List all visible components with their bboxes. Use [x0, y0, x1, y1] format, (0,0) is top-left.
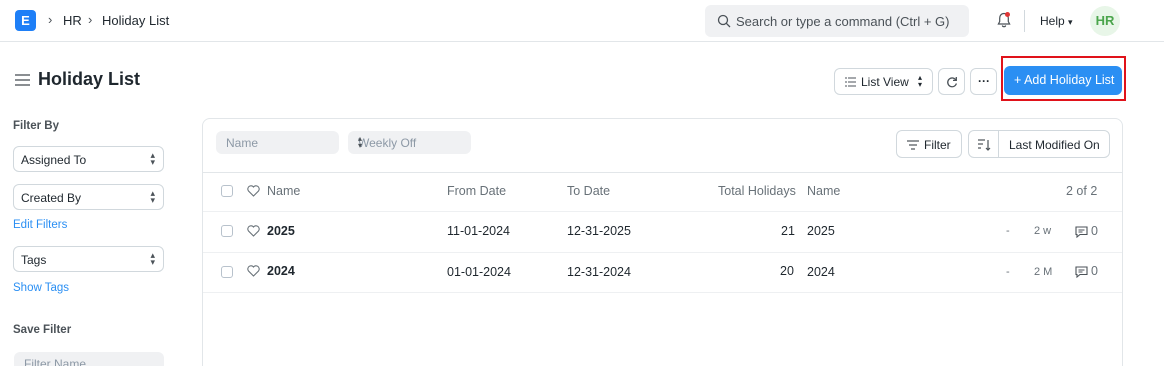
notification-dot	[1005, 12, 1010, 17]
chevron-right-icon: ›	[88, 12, 93, 27]
select-arrows-icon: ▴ ▾	[150, 150, 155, 167]
row-to-date: 12-31-2024	[567, 265, 631, 279]
row-from-date: 01-01-2024	[447, 265, 511, 279]
help-menu[interactable]: Help ▾	[1040, 14, 1073, 28]
edit-filters-link[interactable]: Edit Filters	[13, 219, 67, 231]
list-view-label: List View	[861, 75, 909, 89]
row-assigned-dash: -	[1006, 266, 1010, 278]
heart-icon[interactable]	[247, 265, 260, 277]
list-count: 2 of 2	[1066, 184, 1098, 198]
assigned-to-label: Assigned To	[21, 153, 87, 167]
highlight-box	[1001, 56, 1126, 101]
select-arrows-icon: ▴ ▾	[917, 73, 922, 89]
row-assigned-dash: -	[1006, 225, 1010, 237]
search-icon	[717, 14, 731, 28]
name-filter-input[interactable]: Name	[216, 131, 339, 154]
row-total-holidays: 20	[780, 264, 794, 278]
select-all-checkbox[interactable]	[221, 185, 233, 197]
row-modified-time: 2 w	[1034, 225, 1052, 237]
row-checkbox[interactable]	[221, 225, 233, 237]
table-row[interactable]	[203, 211, 1122, 251]
divider	[1024, 10, 1025, 32]
filter-icon	[907, 140, 919, 150]
row-name-2: 2024	[807, 265, 835, 279]
navbar: E › HR › Holiday List Search or type a c…	[0, 0, 1164, 42]
search-bar[interactable]: Search or type a command (Ctrl + G)	[705, 5, 969, 37]
row-checkbox[interactable]	[221, 266, 233, 278]
sidebar-toggle-icon[interactable]	[15, 74, 30, 86]
row-from-date: 11-01-2024	[447, 224, 511, 238]
table-row[interactable]	[203, 252, 1122, 292]
sort-icon	[978, 139, 991, 151]
filter-label: Filter	[924, 138, 951, 152]
select-arrows-icon: ▴ ▾	[150, 188, 155, 205]
column-header-to-date[interactable]: To Date	[567, 184, 610, 198]
row-name-link[interactable]: 2024	[267, 264, 295, 278]
name-filter-placeholder: Name	[226, 136, 259, 150]
column-header-name[interactable]: Name	[267, 184, 300, 198]
refresh-icon	[947, 77, 958, 88]
filter-name-placeholder: Filter Name	[24, 357, 87, 366]
save-filter-heading: Save Filter	[13, 324, 72, 336]
bell-icon[interactable]	[995, 11, 1013, 29]
list-icon	[845, 77, 856, 87]
divider	[203, 292, 1122, 293]
created-by-dropdown[interactable]: Created By ▴ ▾	[13, 184, 164, 210]
breadcrumb-hr[interactable]: HR	[63, 13, 82, 28]
chevron-down-icon: ▾	[1068, 17, 1073, 27]
column-header-from-date[interactable]: From Date	[447, 184, 506, 198]
weekly-off-select[interactable]: Weekly Off ▴ ▾	[348, 131, 471, 154]
select-arrows-icon: ▴ ▾	[358, 134, 363, 150]
assigned-to-dropdown[interactable]: Assigned To ▴ ▾	[13, 146, 164, 172]
avatar[interactable]: HR	[1090, 6, 1120, 36]
row-comment-count: 0	[1091, 264, 1098, 278]
app-logo[interactable]: E	[15, 10, 36, 31]
filter-by-heading: Filter By	[13, 120, 60, 132]
row-name-2: 2025	[807, 224, 835, 238]
help-label: Help	[1040, 14, 1065, 28]
row-to-date: 12-31-2025	[567, 224, 631, 238]
filter-name-input[interactable]: Filter Name	[14, 352, 164, 366]
row-name-link[interactable]: 2025	[267, 224, 295, 238]
breadcrumb-holiday-list[interactable]: Holiday List	[102, 13, 169, 28]
page-title: Holiday List	[38, 69, 141, 89]
chevron-right-icon: ›	[48, 12, 53, 27]
sort-by-label: Last Modified On	[1009, 138, 1100, 152]
search-placeholder: Search or type a command (Ctrl + G)	[736, 14, 950, 29]
select-arrows-icon: ▴ ▾	[150, 250, 155, 267]
filter-button[interactable]: Filter	[896, 130, 962, 158]
created-by-label: Created By	[21, 191, 82, 205]
tags-label: Tags	[21, 253, 47, 267]
row-total-holidays: 21	[781, 224, 795, 238]
more-actions-button[interactable]: ···	[970, 68, 997, 95]
row-comment-count: 0	[1091, 224, 1098, 238]
column-header-name-2[interactable]: Name	[807, 184, 840, 198]
refresh-button[interactable]	[938, 68, 965, 95]
comment-icon	[1075, 266, 1088, 278]
heart-icon[interactable]	[247, 225, 260, 237]
list-header-row	[203, 172, 1122, 210]
comment-icon	[1075, 226, 1088, 238]
show-tags-link[interactable]: Show Tags	[13, 282, 69, 294]
tags-dropdown[interactable]: Tags ▴ ▾	[13, 246, 164, 272]
column-header-total-holidays[interactable]: Total Holidays	[718, 184, 796, 198]
sort-direction-button[interactable]	[968, 130, 999, 158]
sort-by-button[interactable]: Last Modified On	[998, 130, 1110, 158]
row-modified-time: 2 M	[1034, 266, 1053, 278]
list-view-button[interactable]: List View ▴ ▾	[834, 68, 933, 95]
more-icon: ···	[978, 74, 990, 88]
heart-icon[interactable]	[247, 185, 260, 197]
